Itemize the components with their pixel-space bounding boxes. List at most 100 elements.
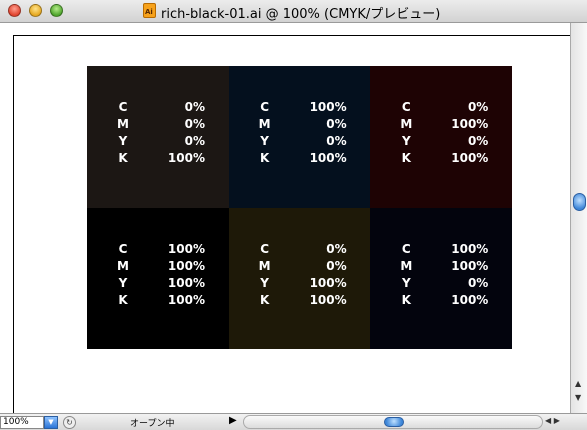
channel-label: Y [260, 134, 269, 148]
channel-label: K [118, 292, 128, 307]
minimize-button[interactable] [29, 4, 42, 17]
channel-label: K [260, 292, 270, 307]
status-menu-arrow-icon[interactable]: ▶ [229, 415, 237, 426]
cmyk-row: Y 0% [400, 275, 488, 292]
channel-value: 0% [326, 241, 347, 256]
cmyk-row: Y 100% [117, 275, 205, 292]
cmyk-row: Y 0% [400, 133, 488, 150]
channel-label: Y [401, 134, 411, 148]
cmyk-row: C 100% [259, 99, 347, 116]
channel-value: 0% [467, 134, 489, 148]
channel-value: 100% [451, 151, 489, 165]
channel-value: 0% [184, 134, 205, 148]
channel-label: M [400, 117, 413, 131]
cmyk-values: C 0% M 100% Y 0% K 100% [400, 99, 488, 167]
channel-label: K [401, 151, 411, 165]
zoom-dropdown-chevron-down-icon[interactable]: ▼ [44, 416, 58, 429]
cmyk-row: M 0% [117, 116, 205, 133]
status-bar: 100% ▼ ↻ オープン中 ▶ ◀ ▶ [0, 413, 587, 430]
cmyk-values: C 100% M 100% Y 100% K 100% [117, 241, 205, 309]
file-icon-label: Ai [145, 8, 153, 16]
color-swatch[interactable]: C 100% M 100% Y 100% K 100% [87, 207, 229, 349]
channel-label: C [118, 100, 128, 114]
channel-label: K [118, 151, 128, 165]
illustrator-file-icon: Ai [143, 3, 156, 18]
navigate-icon[interactable]: ↻ [63, 416, 76, 429]
vertical-scroll-thumb[interactable] [573, 193, 586, 211]
cmyk-row: Y 100% [259, 275, 347, 292]
scroll-down-arrow-icon[interactable]: ▼ [575, 393, 581, 402]
zoom-button[interactable] [50, 4, 63, 17]
channel-label: C [260, 100, 270, 114]
cmyk-row: K 100% [259, 292, 347, 309]
channel-value: 100% [167, 241, 205, 256]
channel-value: 100% [451, 258, 489, 273]
channel-label: M [117, 117, 129, 131]
channel-value: 100% [309, 275, 347, 290]
window-title: rich-black-01.ai @ 100% (CMYK/プレビュー) [161, 7, 441, 22]
color-swatch[interactable]: C 100% M 0% Y 0% K 100% [228, 66, 371, 208]
channel-value: 0% [326, 258, 347, 273]
channel-value: 100% [309, 100, 347, 114]
scroll-up-arrow-icon[interactable]: ▲ [575, 379, 581, 388]
zoom-level-field[interactable]: 100% [0, 416, 44, 429]
cmyk-values: C 0% M 0% Y 100% K 100% [259, 241, 347, 309]
vertical-scrollbar[interactable]: ▲ ▼ [570, 23, 587, 413]
channel-value: 100% [309, 292, 347, 307]
color-swatch[interactable]: C 0% M 100% Y 0% K 100% [370, 66, 512, 208]
channel-label: C [401, 241, 411, 256]
close-button[interactable] [8, 4, 21, 17]
cmyk-row: M 100% [400, 258, 488, 275]
channel-label: Y [118, 134, 128, 148]
title-bar: Ai rich-black-01.ai @ 100% (CMYK/プレビュー) [0, 0, 587, 23]
channel-value: 100% [309, 151, 347, 165]
color-swatch[interactable]: C 0% M 0% Y 0% K 100% [87, 66, 229, 208]
channel-value: 0% [184, 117, 205, 131]
channel-value: 100% [167, 292, 205, 307]
color-swatch[interactable]: C 100% M 100% Y 0% K 100% [370, 207, 512, 349]
cmyk-row: K 100% [117, 150, 205, 167]
cmyk-values: C 0% M 0% Y 0% K 100% [117, 99, 205, 167]
channel-value: 0% [467, 100, 489, 114]
channel-label: K [260, 151, 270, 165]
channel-label: C [260, 241, 270, 256]
channel-value: 100% [167, 258, 205, 273]
channel-value: 0% [326, 117, 347, 131]
cmyk-row: M 100% [400, 116, 488, 133]
color-swatch[interactable]: C 0% M 0% Y 100% K 100% [228, 207, 371, 349]
cmyk-row: Y 0% [117, 133, 205, 150]
channel-label: K [401, 292, 411, 307]
channel-value: 0% [467, 275, 489, 290]
channel-value: 100% [451, 292, 489, 307]
channel-label: M [258, 258, 271, 273]
horizontal-scrollbar[interactable] [243, 415, 543, 429]
document-canvas[interactable]: C 0% M 0% Y 0% K 100% C 100% M 0% Y 0% K 100% C 0% M 100% Y 0… [0, 23, 571, 414]
horizontal-scroll-arrows-icon[interactable]: ◀ ▶ [545, 416, 560, 425]
channel-label: M [117, 258, 129, 273]
cmyk-row: K 100% [400, 292, 489, 309]
horizontal-scroll-thumb[interactable] [384, 417, 404, 427]
swatch-grid: C 0% M 0% Y 0% K 100% C 100% M 0% Y 0% K 100% C 0% M 100% Y 0… [87, 66, 512, 349]
channel-label: C [401, 100, 411, 114]
cmyk-row: C 0% [117, 99, 205, 116]
channel-label: M [258, 117, 271, 131]
cmyk-row: Y 0% [259, 133, 346, 150]
cmyk-row: K 100% [117, 292, 205, 309]
channel-label: C [118, 241, 128, 256]
channel-value: 100% [167, 151, 205, 165]
cmyk-row: C 100% [117, 241, 205, 258]
cmyk-row: M 0% [259, 258, 347, 275]
channel-value: 100% [451, 117, 489, 131]
channel-label: Y [401, 275, 411, 290]
channel-value: 100% [167, 275, 205, 290]
status-text: オープン中 [130, 419, 175, 429]
cmyk-row: C 100% [400, 241, 488, 258]
channel-value: 100% [451, 241, 489, 256]
cmyk-values: C 100% M 100% Y 0% K 100% [400, 241, 488, 309]
cmyk-row: C 0% [400, 99, 488, 116]
cmyk-row: K 100% [400, 150, 489, 167]
cmyk-row: K 100% [259, 150, 347, 167]
channel-label: Y [260, 275, 269, 290]
cmyk-row: M 0% [259, 116, 347, 133]
cmyk-values: C 100% M 0% Y 0% K 100% [259, 99, 347, 167]
